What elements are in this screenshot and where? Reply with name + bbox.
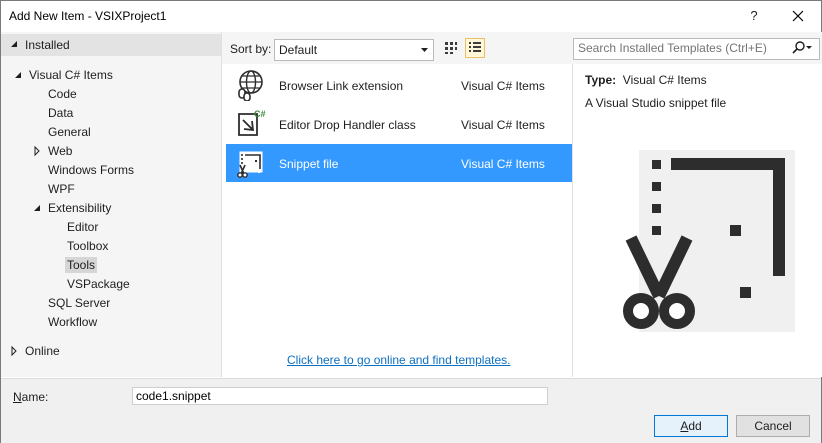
- sort-by-dropdown[interactable]: Default: [274, 39, 434, 61]
- title-bar: Add New Item - VSIXProject1 ?: [1, 1, 821, 32]
- tree-item-label: Visual C# Items: [29, 68, 113, 82]
- tree-item-sql-server[interactable]: SQL Server: [48, 294, 110, 312]
- search-icon: [792, 41, 812, 54]
- add-new-item-dialog: Add New Item - VSIXProject1 ? Installed …: [0, 0, 822, 443]
- template-row-browser-link[interactable]: Browser Link extension Visual C# Items: [226, 66, 572, 104]
- sort-by-value: Default: [279, 43, 318, 57]
- collapsed-arrow-icon: [11, 345, 17, 357]
- sort-by-label: Sort by:: [230, 42, 272, 56]
- tree-item-data[interactable]: Data: [48, 104, 73, 122]
- grid-view-icon: [445, 42, 457, 54]
- template-row-snippet-file[interactable]: Snippet file Visual C# Items: [226, 144, 572, 182]
- expanded-arrow-icon: [11, 41, 17, 47]
- template-details-pane: Type: Visual C# Items A Visual Studio sn…: [573, 64, 822, 377]
- help-button[interactable]: ?: [745, 7, 763, 25]
- name-field[interactable]: [132, 387, 548, 405]
- tree-item-label: Workflow: [48, 315, 98, 329]
- small-icons-view-button[interactable]: [441, 38, 461, 58]
- close-icon: [792, 10, 804, 22]
- close-button[interactable]: [787, 6, 809, 26]
- template-list: Browser Link extension Visual C# Items C…: [222, 64, 573, 377]
- collapsed-arrow-icon: [34, 145, 40, 157]
- tree-item-label: Extensibility: [48, 201, 112, 215]
- template-name: Editor Drop Handler class: [279, 118, 416, 132]
- tree-item-vspackage[interactable]: VSPackage: [67, 275, 130, 293]
- drop-handler-icon: C#: [238, 109, 266, 136]
- svg-text:C#: C#: [254, 109, 266, 119]
- name-label-text: ame:: [21, 390, 49, 404]
- tree-item-general[interactable]: General: [48, 123, 91, 141]
- tree-item-label: Code: [48, 87, 77, 101]
- snippet-icon: [237, 151, 263, 178]
- name-label-accelerator: N: [13, 390, 22, 404]
- search-input[interactable]: [576, 40, 790, 56]
- tree-item-label: Tools: [65, 257, 98, 273]
- tree-item-label: Web: [48, 144, 73, 158]
- installed-node[interactable]: Installed: [1, 34, 221, 56]
- tree-item-tools[interactable]: Tools: [65, 256, 98, 274]
- name-label: Name:: [13, 390, 48, 404]
- list-view-button[interactable]: [465, 38, 485, 58]
- template-row-editor-drop-handler[interactable]: C# Editor Drop Handler class Visual C# I…: [226, 105, 572, 143]
- template-name: Snippet file: [279, 157, 339, 171]
- tree-item-label: Windows Forms: [48, 163, 135, 177]
- add-button[interactable]: Add: [654, 415, 728, 437]
- snippet-preview-icon: [623, 150, 795, 332]
- tree-item-extensibility[interactable]: Extensibility: [32, 199, 111, 217]
- template-category: Visual C# Items: [461, 118, 545, 132]
- templates-toolbar: Sort by: Default: [222, 32, 822, 64]
- tree-item-label: Toolbox: [67, 239, 109, 253]
- tree-item-label: SQL Server: [48, 296, 111, 310]
- installed-label: Installed: [25, 38, 70, 52]
- tree-item-label: Editor: [67, 220, 99, 234]
- online-label: Online: [25, 344, 60, 358]
- tree-item-visual-csharp-items[interactable]: Visual C# Items: [13, 66, 113, 84]
- tree-item-label: General: [48, 125, 91, 139]
- template-description: A Visual Studio snippet file: [585, 96, 727, 110]
- cancel-button[interactable]: Cancel: [736, 415, 810, 437]
- tree-item-code[interactable]: Code: [48, 85, 77, 103]
- tree-item-label: WPF: [48, 182, 75, 196]
- tree-item-label: VSPackage: [67, 277, 130, 291]
- tree-item-workflow[interactable]: Workflow: [48, 313, 97, 331]
- window-title: Add New Item - VSIXProject1: [9, 9, 167, 23]
- tree-item-windows-forms[interactable]: Windows Forms: [48, 161, 134, 179]
- search-templates-box: [573, 38, 820, 60]
- template-category: Visual C# Items: [461, 157, 545, 171]
- template-name: Browser Link extension: [279, 79, 404, 93]
- category-tree: Installed Visual C# Items Code Data Gene…: [1, 32, 222, 377]
- type-line: Type: Visual C# Items: [585, 73, 707, 87]
- expanded-arrow-icon: [34, 205, 40, 211]
- type-label: Type:: [585, 73, 617, 87]
- add-label-text: dd: [688, 419, 702, 433]
- globe-link-icon: [238, 70, 263, 101]
- tree-item-wpf[interactable]: WPF: [48, 180, 75, 198]
- expanded-arrow-icon: [15, 72, 21, 78]
- template-category: Visual C# Items: [461, 79, 545, 93]
- find-online-templates-link[interactable]: Click here to go online and find templat…: [287, 353, 510, 367]
- type-value: Visual C# Items: [622, 73, 707, 87]
- list-view-icon: [469, 42, 481, 52]
- tree-item-toolbox[interactable]: Toolbox: [67, 237, 108, 255]
- chevron-down-icon: [421, 48, 428, 52]
- tree-item-editor[interactable]: Editor: [67, 218, 98, 236]
- tree-item-web[interactable]: Web: [32, 142, 72, 160]
- tree-item-label: Data: [48, 106, 74, 120]
- bottom-panel: Name: Add Cancel: [1, 378, 821, 443]
- online-node[interactable]: Online: [9, 342, 60, 360]
